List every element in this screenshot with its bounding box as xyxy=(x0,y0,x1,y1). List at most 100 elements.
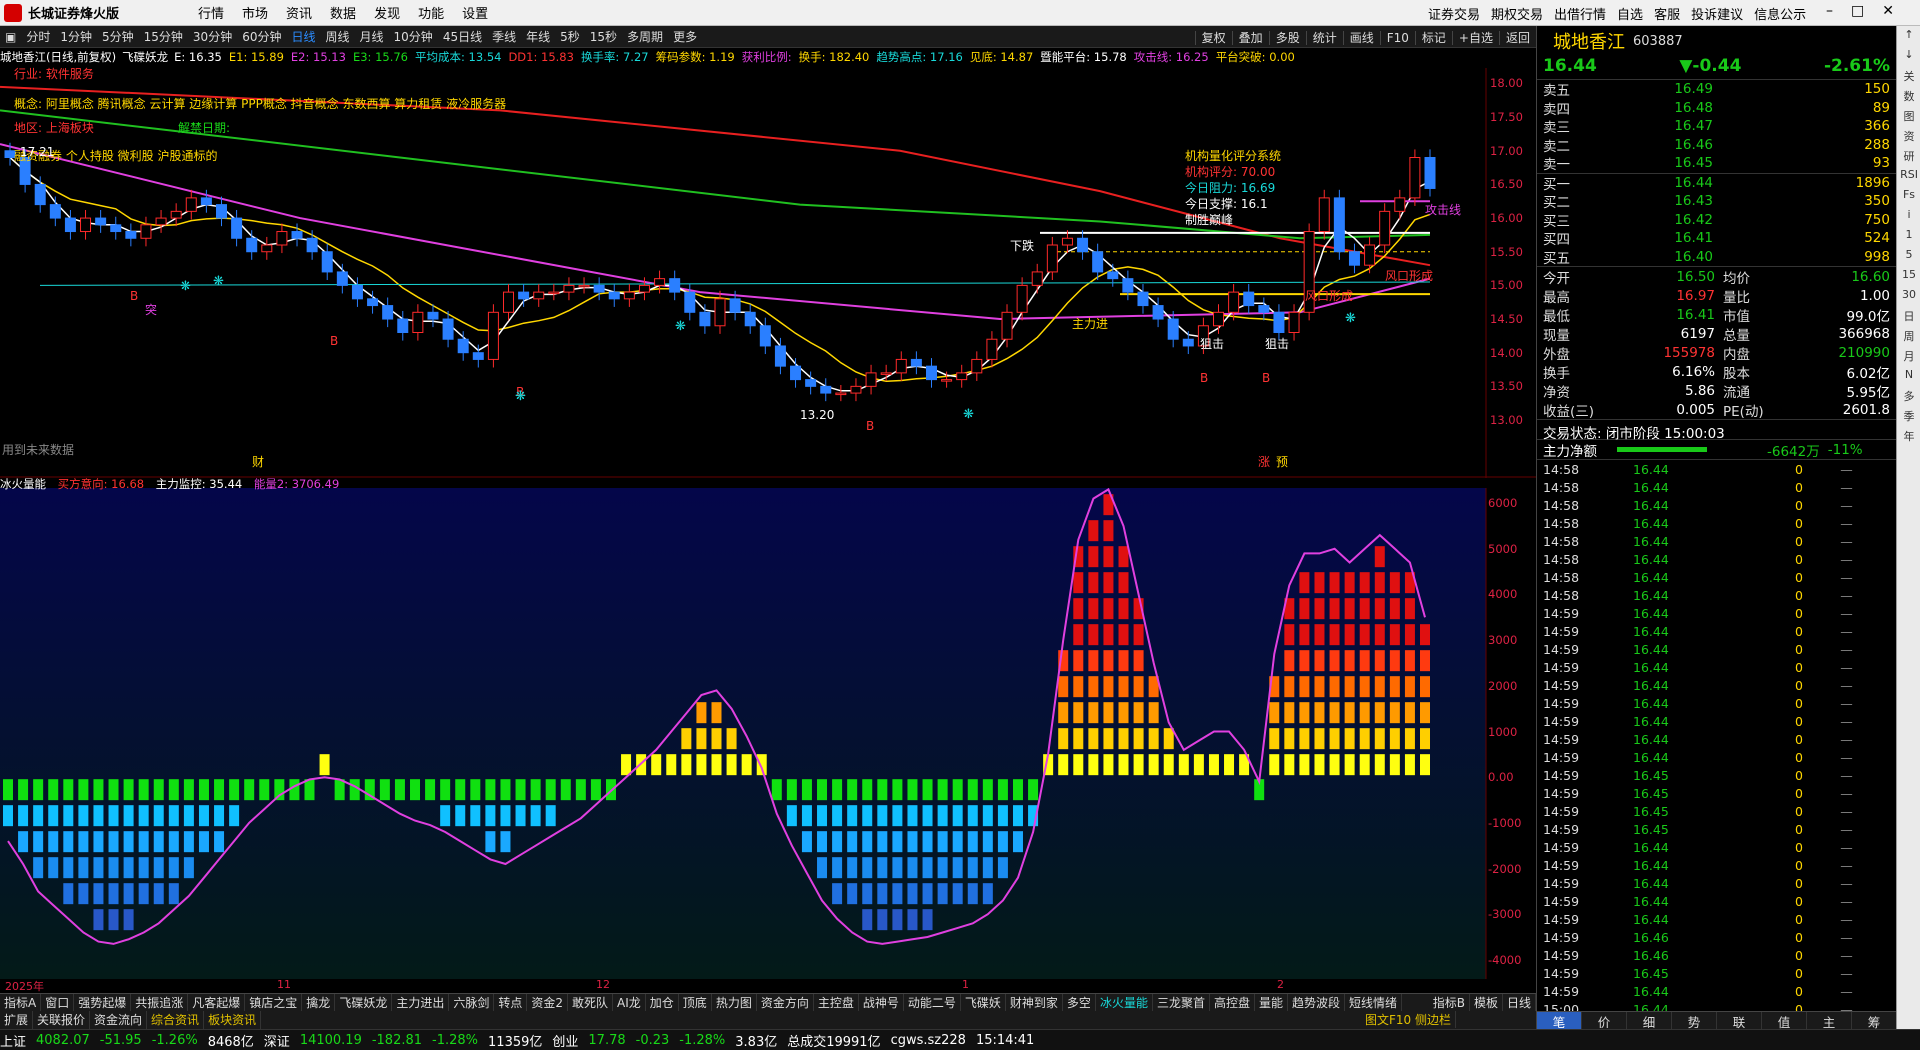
top-link[interactable]: 客服 xyxy=(1654,8,1680,23)
indicator-tab[interactable]: 飞碟妖 xyxy=(961,994,1006,1011)
side-tool-button[interactable]: i xyxy=(1899,208,1919,226)
chart-tool-button[interactable]: 返回 xyxy=(1498,31,1536,45)
indicator-tab[interactable]: 加仓 xyxy=(646,994,679,1011)
period-tab[interactable]: 多周期 xyxy=(622,28,668,45)
chart-tool-button[interactable]: 画线 xyxy=(1342,31,1380,45)
side-tool-button[interactable]: 日 xyxy=(1899,308,1919,326)
indicator-tab[interactable]: 镇店之宝 xyxy=(245,994,303,1011)
side-tool-button[interactable]: ↓ xyxy=(1899,48,1919,66)
indicator-tab[interactable]: 转点 xyxy=(494,994,528,1011)
chart-tool-button[interactable]: 多股 xyxy=(1268,31,1306,45)
top-link[interactable]: 自选 xyxy=(1617,8,1643,23)
side-tool-button[interactable]: 1 xyxy=(1899,228,1919,246)
indicator-tab[interactable]: 财神到家 xyxy=(1006,994,1063,1011)
chart-tool-button[interactable]: 叠加 xyxy=(1231,31,1269,45)
indicator-tab[interactable]: 热力图 xyxy=(712,994,757,1011)
maximize-icon[interactable]: □ xyxy=(1851,3,1882,19)
indicator-tab[interactable]: 趋势波段 xyxy=(1288,994,1346,1011)
chart-tool-button[interactable]: 统计 xyxy=(1305,31,1343,45)
side-tool-button[interactable]: 15 xyxy=(1899,268,1919,286)
side-tool-button[interactable]: RSI xyxy=(1899,168,1919,186)
side-tool-button[interactable]: 资 xyxy=(1899,128,1919,146)
period-tab[interactable]: 5分钟 xyxy=(97,28,139,45)
side-tool-button[interactable]: 月 xyxy=(1899,348,1919,366)
f10-sidebar-link[interactable]: 图文F10 侧边栏 xyxy=(1361,1011,1456,1028)
indicator-tab[interactable]: 量能 xyxy=(1255,994,1288,1011)
chart-tool-button[interactable]: F10 xyxy=(1379,31,1415,45)
period-tab[interactable]: 分时 xyxy=(21,28,55,45)
period-tab[interactable]: 日线 xyxy=(286,28,320,45)
indicator-tab[interactable]: 强势起爆 xyxy=(74,994,132,1011)
indicator-tab[interactable]: 共振追涨 xyxy=(131,994,189,1011)
period-tab[interactable]: 年线 xyxy=(521,28,555,45)
menu-item[interactable]: 发现 xyxy=(374,7,400,22)
indicator-tab[interactable]: 战神号 xyxy=(859,994,904,1011)
indicator-tab[interactable]: 敢死队 xyxy=(568,994,614,1011)
quote-detail-tab[interactable]: 联 xyxy=(1717,1012,1762,1030)
indicator-tab[interactable]: 短线情绪 xyxy=(1345,994,1403,1011)
side-tool-button[interactable]: Fs xyxy=(1899,188,1919,206)
period-tab[interactable]: 30分钟 xyxy=(188,28,237,45)
indicator-tab[interactable]: 指标A xyxy=(0,994,42,1011)
period-tab[interactable]: 45日线 xyxy=(438,28,487,45)
indicator-tab[interactable]: 主控盘 xyxy=(814,994,859,1011)
period-tab[interactable]: 60分钟 xyxy=(237,28,286,45)
period-tab[interactable]: 15分钟 xyxy=(139,28,188,45)
side-tool-button[interactable]: ↑ xyxy=(1899,28,1919,46)
indicator-tab[interactable]: 冰火量能 xyxy=(1096,994,1153,1011)
indicator-tab[interactable]: 擒龙 xyxy=(302,994,336,1011)
menu-item[interactable]: 行情 xyxy=(198,7,224,22)
side-tool-button[interactable]: 5 xyxy=(1899,248,1919,266)
period-tab[interactable]: 1分钟 xyxy=(55,28,97,45)
period-tab[interactable]: 季线 xyxy=(487,28,521,45)
quote-detail-tab[interactable]: 价 xyxy=(1582,1012,1627,1030)
indicator-tab[interactable]: 六脉剑 xyxy=(449,994,495,1011)
volume-energy-chart[interactable] xyxy=(0,474,1536,979)
indicator-tab[interactable]: 飞碟妖龙 xyxy=(335,994,393,1011)
indicator-tab[interactable]: 三龙聚首 xyxy=(1153,994,1210,1011)
quote-detail-tab[interactable]: 值 xyxy=(1762,1012,1807,1030)
indicator-tab[interactable]: 主力进出 xyxy=(392,994,450,1011)
top-link[interactable]: 证券交易 xyxy=(1428,8,1480,23)
indicator-tab[interactable]: 资金2 xyxy=(527,994,569,1011)
menu-square-icon[interactable]: ▣ xyxy=(0,30,21,44)
tick-list[interactable]: 14:58 16.44 0—14:58 16.44 0—14:58 16.44 0—14:5… xyxy=(1537,459,1896,1036)
indicator-tab[interactable]: 多空 xyxy=(1063,994,1096,1011)
price-chart[interactable]: 行业: 软件服务概念: 阿里概念 腾讯概念 云计算 边缘计算 PPP概念 抖音概… xyxy=(0,48,1536,478)
close-icon[interactable]: ✕ xyxy=(1882,3,1912,19)
quote-detail-tab[interactable]: 笔 xyxy=(1537,1012,1582,1030)
quote-detail-tab[interactable]: 细 xyxy=(1627,1012,1672,1030)
side-tool-button[interactable]: 数 xyxy=(1899,88,1919,106)
indicator-right-tab[interactable]: 日线 xyxy=(1503,994,1536,1011)
top-link[interactable]: 信息公示 xyxy=(1754,8,1806,23)
quote-detail-tab[interactable]: 主 xyxy=(1807,1012,1852,1030)
top-link[interactable]: 投诉建议 xyxy=(1691,8,1743,23)
top-link[interactable]: 出借行情 xyxy=(1554,8,1606,23)
window-controls[interactable]: –□✕ xyxy=(1826,3,1912,19)
side-tool-button[interactable]: 30 xyxy=(1899,288,1919,306)
extension-tab[interactable]: 扩展 xyxy=(0,1011,34,1029)
extension-tab[interactable]: 资金流向 xyxy=(90,1011,148,1029)
side-tool-button[interactable]: 关 xyxy=(1899,68,1919,86)
menu-item[interactable]: 设置 xyxy=(462,7,488,22)
side-tool-button[interactable]: 研 xyxy=(1899,148,1919,166)
period-tab[interactable]: 更多 xyxy=(668,28,702,45)
indicator-right-tab[interactable]: 指标B xyxy=(1429,994,1470,1011)
side-tool-button[interactable]: N xyxy=(1899,368,1919,386)
side-tool-button[interactable]: 周 xyxy=(1899,328,1919,346)
indicator-tab[interactable]: 顶底 xyxy=(679,994,712,1011)
menu-item[interactable]: 资讯 xyxy=(286,7,312,22)
indicator-tab[interactable]: 动能二号 xyxy=(904,994,961,1011)
indicator-tab[interactable]: AI龙 xyxy=(613,994,646,1011)
quote-detail-tab[interactable]: 筹 xyxy=(1852,1012,1897,1030)
chart-tool-button[interactable]: 复权 xyxy=(1194,31,1232,45)
side-tool-button[interactable]: 年 xyxy=(1899,428,1919,446)
menu-item[interactable]: 市场 xyxy=(242,7,268,22)
extension-tab[interactable]: 关联报价 xyxy=(33,1011,91,1029)
indicator-right-tab[interactable]: 模板 xyxy=(1470,994,1503,1011)
chart-tool-button[interactable]: +自选 xyxy=(1451,31,1499,45)
menu-item[interactable]: 数据 xyxy=(330,7,356,22)
top-link[interactable]: 期权交易 xyxy=(1491,8,1543,23)
chart-tool-button[interactable]: 标记 xyxy=(1414,31,1452,45)
period-tab[interactable]: 月线 xyxy=(355,28,389,45)
